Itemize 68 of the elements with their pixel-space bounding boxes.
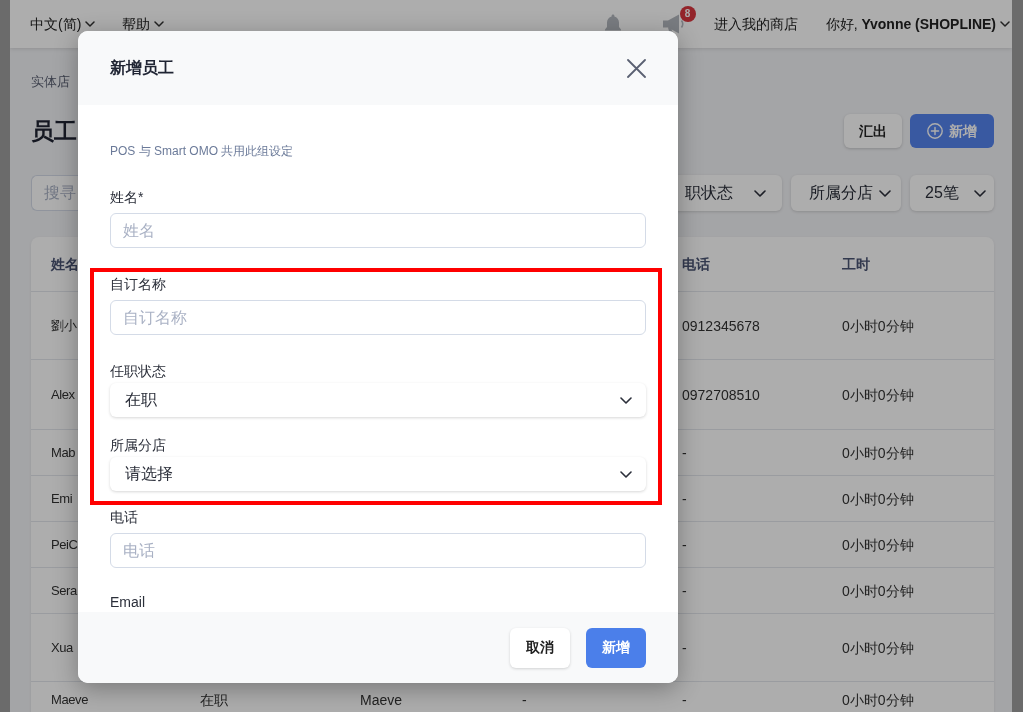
filter-dropdown[interactable]: 所属分店 — [791, 175, 901, 211]
caret-icon — [154, 21, 165, 27]
select-field[interactable]: 在职 — [110, 383, 646, 417]
table-cell-text: Xua — [51, 638, 73, 657]
field-label: 电话 — [110, 508, 139, 527]
text-input[interactable]: 姓名 — [110, 213, 646, 248]
filter-dropdown[interactable]: 25笔 — [910, 175, 994, 211]
table-cell-text: - — [522, 691, 527, 710]
table-cell-text: 0小时0分钟 — [842, 316, 914, 336]
table-cell-text: 0小时0分钟 — [842, 581, 914, 601]
text-input[interactable]: 电话 — [110, 533, 646, 568]
field-label: 姓名* — [110, 188, 145, 207]
table-cell-text: - — [682, 638, 687, 658]
table-cell-text: 劉小 — [51, 316, 77, 335]
field-label: 所属分店 — [110, 436, 167, 455]
column-header: 姓名 — [51, 255, 79, 274]
filter-dropdown[interactable]: 职状态 — [677, 175, 782, 211]
table-cell-text: 0小时0分钟 — [842, 385, 914, 405]
table-cell-text: - — [682, 535, 687, 555]
cancel-button[interactable]: 取消 — [510, 627, 570, 668]
table-cell-text: 0小时0分钟 — [842, 691, 914, 710]
caret-icon — [85, 21, 96, 27]
table-cell-text: 在职 — [200, 691, 228, 710]
table-cell-text: - — [682, 489, 687, 509]
table-cell-text: 0小时0分钟 — [842, 489, 914, 509]
plus-circle-icon — [927, 123, 943, 139]
dialog-note: POS 与 Smart OMO 共用此组设定 — [110, 143, 295, 160]
table-cell-text: 0小时0分钟 — [842, 443, 914, 463]
export-button[interactable]: 汇出 — [844, 114, 902, 148]
bell-icon[interactable] — [603, 14, 622, 34]
table-cell-text: PeiC — [51, 535, 78, 554]
text-input[interactable]: 自订名称 — [110, 300, 646, 335]
page-title: 员工 — [31, 117, 77, 146]
chevron-down-icon — [620, 396, 632, 404]
table-cell-text: 0小时0分钟 — [842, 638, 914, 658]
chevron-down-icon — [879, 189, 891, 197]
field-label: 自订名称 — [110, 275, 167, 294]
dropdown-menu-link[interactable]: 帮助 — [122, 14, 165, 34]
table-cell-text: Alex — [51, 385, 75, 404]
column-header: 电话 — [682, 255, 710, 274]
megaphone-icon[interactable] — [661, 14, 686, 34]
table-cell-text: - — [682, 443, 687, 463]
breadcrumb-link[interactable]: 实体店 — [31, 72, 70, 92]
chevron-down-icon — [620, 470, 632, 478]
field-label: 任职状态 — [110, 362, 167, 381]
dropdown-menu-link[interactable]: 中文(简) — [30, 14, 96, 34]
table-cell-text: Sera — [51, 581, 77, 600]
column-header: 工时 — [842, 255, 870, 274]
table-cell-text: 0912345678 — [682, 316, 760, 336]
table-cell-text: - — [682, 581, 687, 601]
field-label: Email — [110, 594, 146, 610]
select-field[interactable]: 请选择 — [110, 457, 646, 491]
add-button[interactable]: 新增 — [586, 627, 646, 668]
chevron-down-icon — [754, 189, 766, 197]
close-icon[interactable] — [627, 58, 646, 78]
dialog-title: 新增员工 — [110, 58, 174, 78]
table-cell-text: Emi — [51, 489, 73, 508]
chevron-down-icon — [974, 189, 986, 197]
table-cell-text: Mab — [51, 443, 76, 462]
table-cell-text: - — [682, 691, 687, 710]
notification-badge: 8 — [679, 6, 696, 22]
store-link[interactable]: 进入我的商店 — [713, 14, 798, 34]
caret-icon — [1000, 21, 1010, 27]
user-menu[interactable]: 你好, Yvonne (SHOPLINE) — [825, 14, 1010, 34]
table-cell-text: 0小时0分钟 — [842, 535, 914, 555]
table-cell-text: Maeve — [51, 691, 89, 709]
table-cell-text: Maeve — [360, 691, 403, 710]
table-cell-text: 0972708510 — [682, 385, 760, 405]
